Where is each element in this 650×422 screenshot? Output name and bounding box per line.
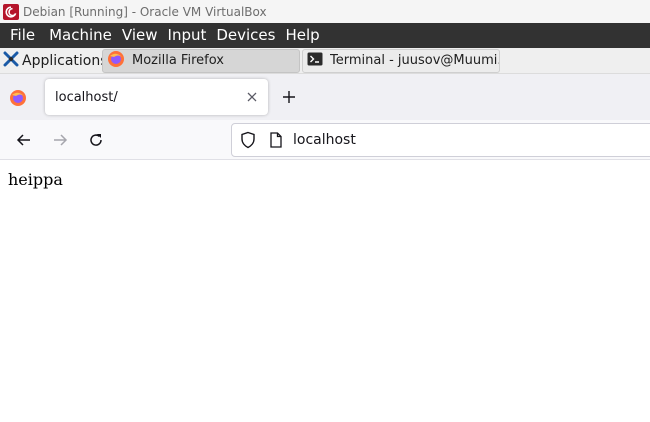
menu-machine[interactable]: Machine — [44, 23, 117, 48]
menu-view[interactable]: View — [117, 23, 163, 48]
applications-menu-button[interactable]: Applications — [0, 48, 102, 74]
page-content: heippa — [0, 160, 650, 422]
firefox-icon — [107, 50, 125, 72]
menu-devices[interactable]: Devices — [211, 23, 280, 48]
xfce-logo-icon — [3, 51, 19, 71]
taskbar-firefox-label: Mozilla Firefox — [132, 53, 224, 68]
guest-panel: Applications Mozilla Firefox Terminal - … — [0, 48, 650, 74]
menu-input[interactable]: Input — [163, 23, 212, 48]
browser-tab[interactable]: localhost/ — [45, 79, 268, 115]
close-tab-icon[interactable] — [242, 87, 262, 107]
back-arrow-icon[interactable] — [14, 130, 34, 150]
applications-label: Applications — [22, 52, 102, 69]
new-tab-icon[interactable] — [279, 87, 299, 107]
tab-title: localhost/ — [55, 89, 118, 105]
window-title: Debian [Running] - Oracle VM VirtualBox — [23, 4, 267, 19]
tracking-protection-shield-icon[interactable] — [239, 131, 257, 149]
firefox-view-icon[interactable] — [9, 89, 27, 107]
debian-logo-icon — [3, 3, 19, 20]
terminal-icon — [307, 51, 323, 71]
reload-icon[interactable] — [86, 130, 106, 150]
vbox-title-bar: Debian [Running] - Oracle VM VirtualBox — [0, 0, 650, 23]
url-text: localhost — [293, 132, 356, 148]
menu-help[interactable]: Help — [280, 23, 324, 48]
url-bar[interactable]: localhost — [231, 123, 650, 157]
page-info-icon[interactable] — [268, 131, 284, 149]
forward-arrow-icon[interactable] — [50, 130, 70, 150]
firefox-tab-strip: localhost/ — [0, 74, 650, 120]
taskbar-terminal[interactable]: Terminal - juusov@Muumi... — [302, 48, 500, 73]
page-body-text: heippa — [8, 170, 63, 189]
taskbar-firefox[interactable]: Mozilla Firefox — [102, 48, 300, 73]
firefox-nav-bar: localhost — [0, 120, 650, 160]
taskbar-terminal-label: Terminal - juusov@Muumi... — [330, 53, 499, 68]
menu-file[interactable]: File — [0, 23, 44, 48]
vbox-menu-bar: File Machine View Input Devices Help — [0, 23, 650, 48]
